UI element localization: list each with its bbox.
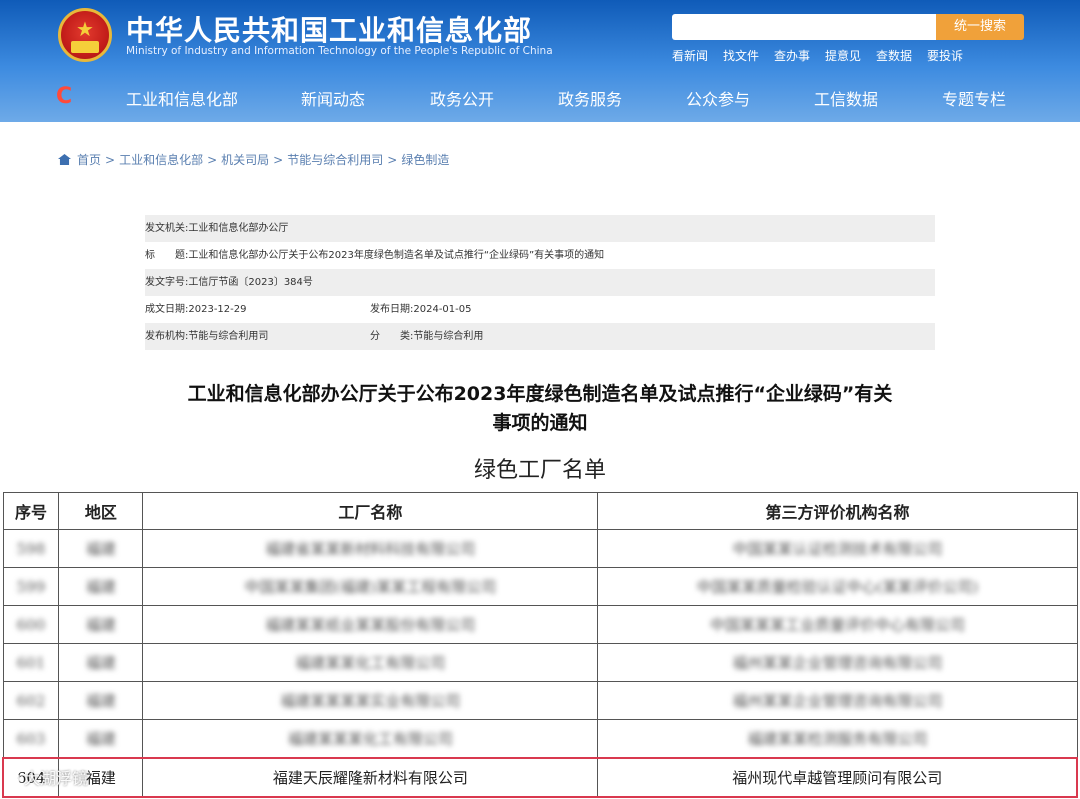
meta-published-value: 2024-01-05 [413,304,472,315]
table-row: 600 福建 福建某某纸业某某股份有限公司 中国某某某工业质量评价中心有限公司 [2,605,1078,644]
cell-agency: 福州某某企业管理咨询有限公司 [732,654,943,672]
cell-no: 598 [16,539,46,558]
header-agency: 第三方评价机构名称 [597,492,1078,530]
meta-category-label: 分 类: [370,331,414,342]
quick-link-feedback[interactable]: 提意见 [825,47,861,64]
meta-issuer-row: 发文机关:工业和信息化部办公厅 [145,215,935,242]
nav-item-miit[interactable]: 工业和信息化部 [126,86,238,110]
meta-docno-row: 发文字号:工信厅节函〔2023〕384号 [145,269,935,296]
meta-title-label: 标 题: [145,250,189,261]
cell-region: 福建 [85,540,116,558]
search-input[interactable] [672,14,936,40]
table-row: 599 福建 中国某某集团(福建)某某工程有限公司 中国某某质量检验认证中心(某… [2,567,1078,606]
quick-link-complaint[interactable]: 要投诉 [927,47,963,64]
header-no: 序号 [2,492,60,530]
site-subtitle: Ministry of Industry and Information Tec… [126,45,553,57]
meta-published-label: 发布日期: [370,304,414,315]
meta-written-value: 2023-12-29 [188,304,247,315]
cell-region: 福建 [85,616,116,634]
table-row: 603 福建 福建某某某化工有限公司 福建某某检测服务有限公司 [2,719,1078,759]
cell-region: 福建 [85,578,116,596]
meta-issuer-label: 发文机关: [145,223,189,234]
header-factory: 工厂名称 [142,492,599,530]
home-icon[interactable] [58,154,71,165]
cell-agency: 福建某某检测服务有限公司 [747,730,928,748]
nav-item-gov-affairs[interactable]: 政务公开 [430,86,494,110]
table-row-highlighted: 604 福建 福建天辰耀隆新材料有限公司 福州现代卓越管理顾问有限公司 [2,757,1079,798]
cell-agency: 中国某某某工业质量评价中心有限公司 [709,616,965,634]
cell-factory: 中国某某集团(福建)某某工程有限公司 [244,578,497,596]
cell-factory: 福建某某某某实业有限公司 [280,692,461,710]
table-header-row: 序号 地区 工厂名称 第三方评价机构名称 [2,492,1078,530]
meta-written-label: 成文日期: [145,304,189,315]
cell-no: 602 [16,691,46,710]
document-title-line2: 事项的通知 [492,412,588,434]
watermark-text: 大湖浮镜 [24,769,89,788]
cell-agency: 中国某某质量检验认证中心(某某评价公司) [696,578,979,596]
table-row: 598 福建 福建省某某新材料科技有限公司 中国某某认证检测技术有限公司 [2,529,1078,568]
cell-region: 福建 [85,692,116,710]
breadcrumb-green-manufacturing[interactable]: 绿色制造 [401,153,449,167]
meta-issuer-value: 工业和信息化部办公厅 [188,223,289,234]
header-region: 地区 [58,492,144,530]
cell-no: 603 [16,729,46,748]
breadcrumb-departments[interactable]: 机关司局 [221,153,269,167]
meta-docno-value: 工信厅节函〔2023〕384号 [188,277,313,288]
quick-link-news[interactable]: 看新闻 [672,47,708,64]
breadcrumb-energy-dept[interactable]: 节能与综合利用司 [287,153,383,167]
document-title-line1: 工业和信息化部办公厅关于公布2023年度绿色制造名单及试点推行“企业绿码”有关 [187,383,893,405]
cell-agency: 中国某某认证检测技术有限公司 [732,540,943,558]
cell-agency: 福州现代卓越管理顾问有限公司 [732,769,943,787]
quick-link-data[interactable]: 查数据 [876,47,912,64]
list-title: 绿色工厂名单 [473,458,606,483]
meta-dates-row: 成文日期:2023-12-29 发布日期:2024-01-05 [145,296,935,323]
cell-factory: 福建天辰耀隆新材料有限公司 [272,769,468,787]
cell-region: 福建 [85,730,116,748]
nav-item-data[interactable]: 工信数据 [814,86,878,110]
cell-factory: 福建某某某化工有限公司 [287,730,453,748]
meta-org-label: 发布机构: [145,331,189,342]
cell-no: 600 [16,615,46,634]
document-title: 工业和信息化部办公厅关于公布2023年度绿色制造名单及试点推行“企业绿码”有关 … [120,380,960,438]
meta-docno-label: 发文字号: [145,277,189,288]
cell-region: 福建 [85,769,116,787]
weibo-icon [6,772,20,786]
cell-factory: 福建某某纸业某某股份有限公司 [265,616,476,634]
meta-org-value: 节能与综合利用司 [188,331,269,342]
nav-item-participation[interactable]: 公众参与 [686,86,750,110]
nav-logo-icon[interactable]: C [56,84,72,109]
site-title: 中华人民共和国工业和信息化部 [126,14,533,47]
cell-factory: 福建省某某新材料科技有限公司 [265,540,476,558]
nav-item-services[interactable]: 政务服务 [558,86,622,110]
table-row: 601 福建 福建某某化工有限公司 福州某某企业管理咨询有限公司 [2,643,1078,682]
site-header: ★ 中华人民共和国工业和信息化部 Ministry of Industry an… [0,0,1080,122]
breadcrumb: 首页 > 工业和信息化部 > 机关司局 > 节能与综合利用司 > 绿色制造 [58,151,449,168]
meta-title-value: 工业和信息化部办公厅关于公布2023年度绿色制造名单及试点推行“企业绿码”有关事… [188,250,605,261]
search-button[interactable]: 统一搜索 [936,14,1024,40]
meta-title-row: 标 题:工业和信息化部办公厅关于公布2023年度绿色制造名单及试点推行“企业绿码… [145,242,935,269]
breadcrumb-miit[interactable]: 工业和信息化部 [119,153,203,167]
meta-category-value: 节能与综合利用 [413,331,484,342]
quick-link-services[interactable]: 查办事 [774,47,810,64]
cell-no: 599 [16,577,46,596]
cell-factory: 福建某某化工有限公司 [295,654,446,672]
nav-item-topics[interactable]: 专题专栏 [942,86,1006,110]
watermark: 大湖浮镜 [6,765,88,789]
green-factory-table: 序号 地区 工厂名称 第三方评价机构名称 598 福建 福建省某某新材料科技有限… [2,492,1079,798]
national-emblem-icon: ★ [58,8,112,62]
cell-no: 601 [16,653,46,672]
cell-region: 福建 [85,654,116,672]
cell-agency: 福州某某企业管理咨询有限公司 [732,692,943,710]
breadcrumb-home[interactable]: 首页 [77,153,101,167]
quick-link-docs[interactable]: 找文件 [723,47,759,64]
table-row: 602 福建 福建某某某某实业有限公司 福州某某企业管理咨询有限公司 [2,681,1078,720]
nav-item-news[interactable]: 新闻动态 [301,86,365,110]
meta-org-row: 发布机构:节能与综合利用司 分 类:节能与综合利用 [145,323,935,350]
